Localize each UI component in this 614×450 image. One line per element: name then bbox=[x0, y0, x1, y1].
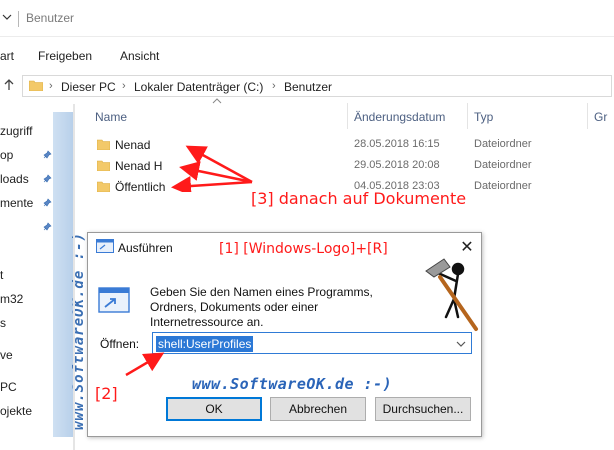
ribbon-tabs: art Freigeben Ansicht bbox=[0, 44, 614, 68]
run-program-icon bbox=[98, 287, 130, 317]
chevron-down-icon[interactable] bbox=[456, 336, 466, 349]
up-arrow-icon[interactable] bbox=[2, 78, 16, 92]
column-divider[interactable] bbox=[347, 103, 348, 129]
breadcrumb-separator-icon[interactable]: › bbox=[272, 80, 276, 92]
address-bar: › Dieser PC › Lokaler Datenträger (C:) ›… bbox=[0, 72, 614, 100]
pin-icon[interactable] bbox=[42, 222, 52, 232]
nav-item-this-pc[interactable]: PC bbox=[0, 380, 17, 394]
annotation-step2: [2] bbox=[95, 384, 118, 403]
chevron-down-icon[interactable] bbox=[2, 12, 12, 22]
annotation-arrows bbox=[171, 145, 253, 192]
nav-item-drive[interactable]: ve bbox=[0, 348, 13, 362]
nav-scrollbar[interactable] bbox=[73, 104, 75, 450]
cancel-button[interactable]: Abbrechen bbox=[270, 397, 366, 421]
nav-item-desktop[interactable]: op bbox=[0, 148, 13, 162]
column-header-name[interactable]: Name bbox=[95, 110, 127, 124]
window-title: Benutzer bbox=[26, 11, 75, 25]
run-dialog: Ausführen [1] [Windows-Logo]+[R] ✕ Geben… bbox=[87, 232, 482, 437]
pin-icon[interactable] bbox=[42, 174, 52, 184]
hammer-figure-icon bbox=[425, 258, 478, 331]
column-divider[interactable] bbox=[467, 103, 468, 129]
file-type: Dateiordner bbox=[474, 180, 532, 192]
annotation-step1: [1] [Windows-Logo]+[R] bbox=[219, 241, 388, 257]
browse-button[interactable]: Durchsuchen... bbox=[375, 397, 471, 421]
nav-item-3d-objects[interactable]: ojekte bbox=[0, 404, 32, 418]
address-field[interactable]: › Dieser PC › Lokaler Datenträger (C:) ›… bbox=[22, 75, 612, 97]
file-type: Dateiordner bbox=[474, 138, 532, 150]
pin-icon[interactable] bbox=[42, 198, 52, 208]
file-date: 29.05.2018 20:08 bbox=[354, 159, 440, 171]
file-name: Öffentlich bbox=[115, 180, 166, 194]
dialog-title: Ausführen bbox=[118, 241, 173, 255]
file-type: Dateiordner bbox=[474, 159, 532, 171]
run-icon bbox=[96, 239, 114, 253]
folder-icon bbox=[97, 160, 110, 171]
breadcrumb-users[interactable]: Benutzer bbox=[284, 80, 332, 94]
file-name: Nenad bbox=[115, 138, 151, 152]
breadcrumb-this-pc[interactable]: Dieser PC bbox=[61, 80, 116, 94]
nav-item-downloads[interactable]: loads bbox=[0, 172, 29, 186]
nav-item-s[interactable]: s bbox=[0, 316, 6, 330]
dialog-watermark: www.SoftwareOK.de :-) bbox=[192, 375, 393, 393]
close-button[interactable]: ✕ bbox=[459, 237, 475, 257]
annotation-arrow bbox=[125, 352, 165, 377]
tab-start[interactable]: art bbox=[0, 49, 14, 63]
folder-icon bbox=[29, 80, 43, 91]
tab-view[interactable]: Ansicht bbox=[120, 49, 159, 63]
breadcrumb-separator-icon[interactable]: › bbox=[122, 80, 126, 92]
annotation-step3: [3] danach auf Dokumente bbox=[251, 189, 467, 208]
open-combobox[interactable]: shell:UserProfiles bbox=[152, 332, 472, 354]
folder-icon bbox=[97, 139, 110, 150]
breadcrumb-separator-icon[interactable]: › bbox=[49, 80, 53, 92]
ok-button[interactable]: OK bbox=[166, 397, 262, 421]
column-header-size[interactable]: Gr bbox=[594, 110, 607, 124]
pin-icon[interactable] bbox=[42, 150, 52, 160]
nav-item-documents[interactable]: mente bbox=[0, 196, 33, 210]
tab-share[interactable]: Freigeben bbox=[38, 49, 92, 63]
column-divider[interactable] bbox=[587, 103, 588, 129]
dialog-description: Geben Sie den Namen eines Programms, Ord… bbox=[150, 285, 373, 329]
title-divider bbox=[18, 11, 19, 27]
column-header-type[interactable]: Typ bbox=[474, 110, 493, 124]
file-name: Nenad H bbox=[115, 159, 163, 173]
folder-icon bbox=[97, 181, 110, 192]
breadcrumb-local-disk[interactable]: Lokaler Datenträger (C:) bbox=[134, 80, 263, 94]
nav-item-quick-access[interactable]: zugriff bbox=[0, 124, 32, 138]
nav-item-t[interactable]: t bbox=[0, 268, 3, 282]
window-titlebar: Benutzer bbox=[0, 0, 614, 37]
column-header-date[interactable]: Änderungsdatum bbox=[354, 110, 445, 124]
sort-ascending-icon bbox=[212, 98, 222, 104]
open-input-value[interactable]: shell:UserProfiles bbox=[156, 336, 254, 352]
file-date: 28.05.2018 16:15 bbox=[354, 138, 440, 150]
nav-item-system32[interactable]: m32 bbox=[0, 292, 23, 306]
vertical-watermark: www.SoftwareOK.de :-) bbox=[53, 112, 87, 437]
